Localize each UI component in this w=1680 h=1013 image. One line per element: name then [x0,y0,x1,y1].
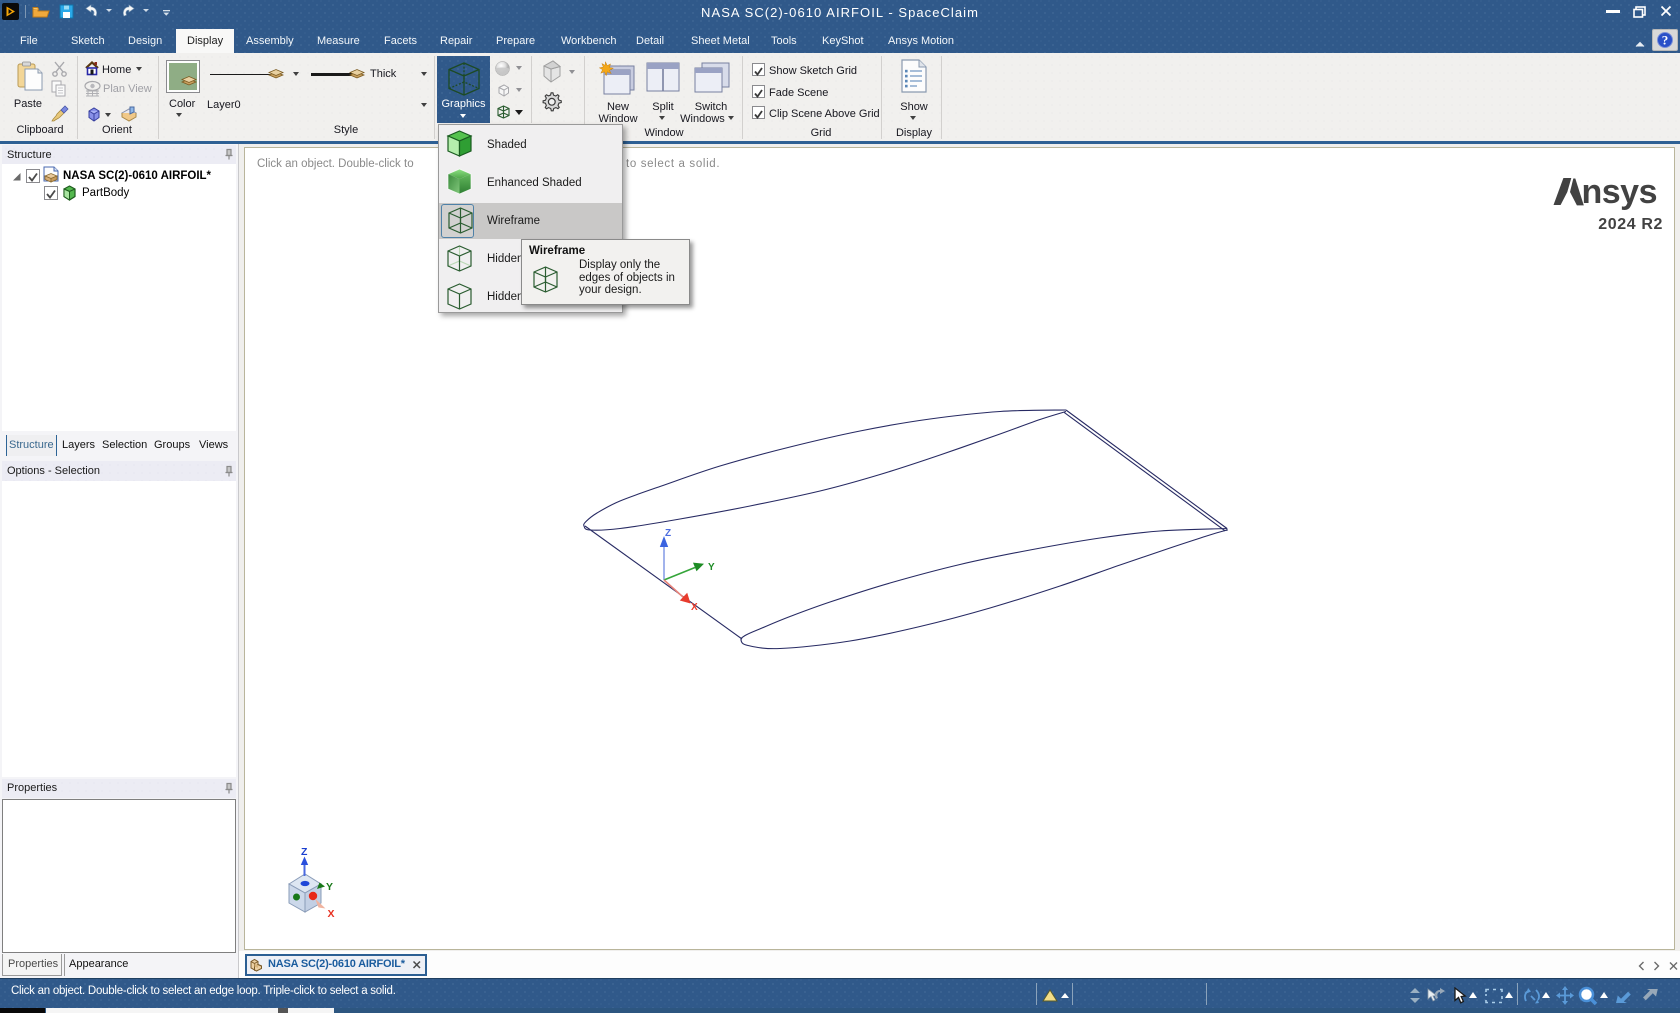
svg-text:Y: Y [708,562,715,573]
svg-text:?: ? [1662,33,1669,48]
svg-text:Z: Z [301,846,308,858]
svg-text:Z: Z [665,528,671,539]
svg-text:Y: Y [326,881,333,893]
svg-text:X: X [691,602,698,613]
svg-text:X: X [328,908,335,920]
